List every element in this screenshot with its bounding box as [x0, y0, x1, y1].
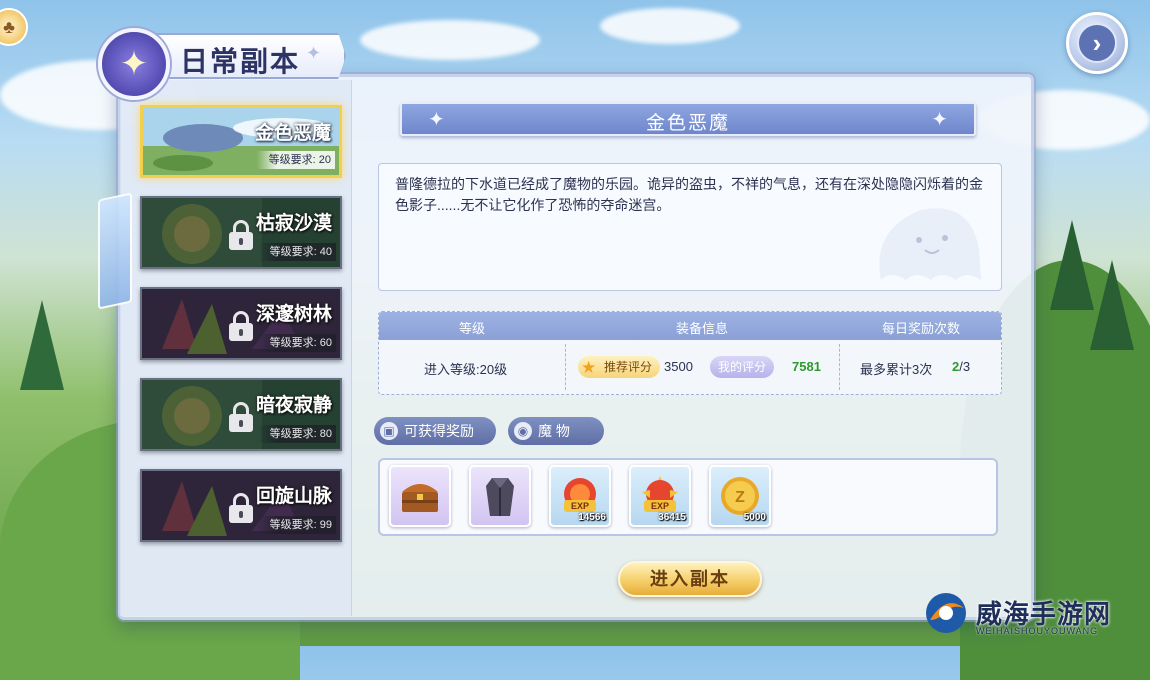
reward-count-total: /3 [959, 359, 971, 374]
dungeon-name: 深邃树林 [255, 304, 332, 325]
watermark-logo-icon [926, 593, 966, 633]
dungeon-item-silent-night[interactable]: 暗夜寂静 等级要求: 80 [140, 378, 342, 451]
reward-count: 2/3 [952, 359, 970, 374]
item-count: 14566 [578, 512, 606, 523]
level-requirement: 等级要求: 40 [257, 243, 336, 261]
reward-item-coat[interactable] [469, 465, 531, 527]
dungeon-title: 金色恶魔 [645, 113, 730, 134]
dungeon-name: 回旋山脉 [255, 486, 332, 507]
compass-emblem-icon: ✦ [98, 28, 170, 100]
dungeon-item-withered-desert[interactable]: 枯寂沙漠 等级要求: 40 [140, 196, 342, 269]
tab-rewards-label: 可获得奖励 [404, 423, 474, 439]
ghost-mascot-icon [879, 208, 981, 280]
my-score-badge: 我的评分 [710, 356, 775, 378]
tab-monsters[interactable]: ◉ 魔 物 [508, 417, 604, 445]
my-score-label: 我的评分 [718, 360, 767, 374]
level-requirement: 等级要求: 60 [257, 334, 336, 352]
lock-icon [228, 311, 254, 341]
reward-item-exp[interactable]: EXP 14566 [549, 465, 611, 527]
dungeon-name: 暗夜寂静 [255, 395, 332, 416]
dungeon-name: 枯寂沙漠 [255, 213, 332, 234]
reward-item-job-exp[interactable]: EXP 36415 [629, 465, 691, 527]
recommended-score-badge: ★ 推荐评分 [578, 356, 661, 378]
reward-item-zeny[interactable]: Z 5000 [709, 465, 771, 527]
item-count: 36415 [658, 512, 686, 523]
star-icon: ★ [581, 358, 597, 377]
svg-text:EXP: EXP [571, 501, 589, 511]
lock-icon [228, 402, 254, 432]
enter-dungeon-button[interactable]: 进入副本 [618, 561, 762, 597]
max-accumulate-label: 最多累计3次 [860, 362, 933, 377]
sparkle-icon: ✦ [306, 43, 322, 63]
arrow-right-icon: › [1077, 23, 1117, 63]
dungeon-item-spiral-mountains[interactable]: 回旋山脉 等级要求: 99 [140, 469, 342, 542]
dungeon-name: 金色恶魔 [254, 123, 331, 144]
entry-level: 进入等级:20级 [424, 362, 508, 377]
lock-icon [228, 493, 254, 523]
dungeon-item-deep-forest[interactable]: 深邃树林 等级要求: 60 [140, 287, 342, 360]
next-arrow-button[interactable]: › [1066, 12, 1128, 74]
recommended-score-label: 推荐评分 [604, 360, 653, 374]
sparkle-icon: ✦ [931, 109, 948, 131]
dungeon-title-bar: ✦ 金色恶魔 ✦ [400, 102, 976, 136]
header-level: 等级 [458, 321, 485, 336]
coat-icon [486, 478, 514, 516]
info-table-header: 等级 装备信息 每日奖励次数 [379, 312, 1001, 340]
monster-icon: ◉ [514, 422, 532, 440]
tab-monsters-label: 魔 物 [538, 423, 570, 439]
watermark-site-url: WEIHAISHOUYOUWANG [976, 626, 1099, 636]
header-daily-rewards: 每日奖励次数 [881, 321, 960, 336]
dungeon-item-golden-demon[interactable]: 金色恶魔 等级要求: 20 [140, 105, 342, 178]
treasure-chest-icon [402, 484, 438, 512]
svg-text:EXP: EXP [651, 501, 669, 511]
my-score-value: 7581 [792, 359, 821, 374]
description-box: 普隆德拉的下水道已经成了魔物的乐园。诡异的盗虫，不祥的气息，还有在深处隐隐闪烁着… [378, 163, 1002, 291]
character-icon[interactable]: ♣ [0, 8, 28, 46]
header-equipment: 装备信息 [675, 321, 728, 336]
svg-text:Z: Z [735, 489, 745, 506]
reward-item-treasure-chest[interactable] [389, 465, 451, 527]
recommended-score-value: 3500 [664, 359, 693, 374]
info-table: 等级 装备信息 每日奖励次数 [378, 311, 1002, 395]
lock-icon [228, 220, 254, 250]
level-requirement: 等级要求: 80 [257, 425, 336, 443]
gift-icon: ▣ [380, 422, 398, 440]
tab-rewards[interactable]: ▣ 可获得奖励 [374, 417, 496, 445]
page-title: 日常副本 [180, 46, 301, 77]
level-requirement: 等级要求: 20 [256, 151, 335, 169]
item-count: 5000 [743, 512, 766, 523]
level-requirement: 等级要求: 99 [257, 516, 336, 534]
side-tab[interactable] [98, 192, 132, 310]
